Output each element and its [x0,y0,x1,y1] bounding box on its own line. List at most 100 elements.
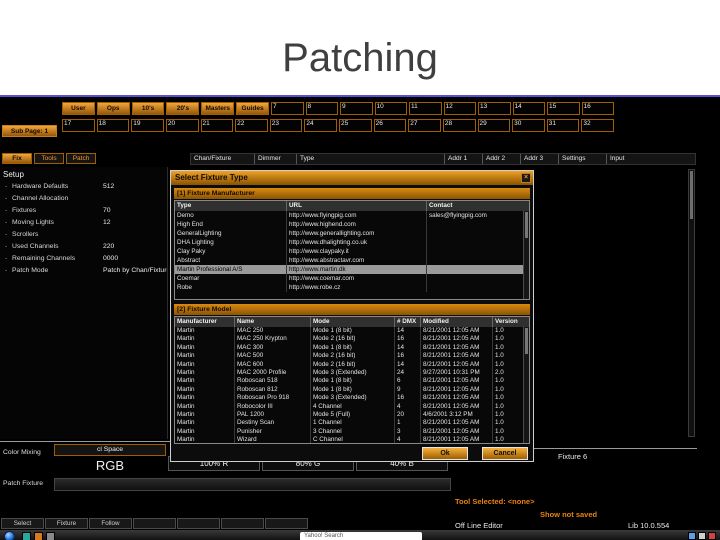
grid-cell[interactable]: 27 [408,119,441,132]
grid-cell[interactable]: 7 [271,102,304,115]
setup-item[interactable]: Remaining Channels 0000 [3,255,167,267]
scrollbar-thumb[interactable] [525,212,528,238]
grid-cell[interactable]: 15 [547,102,580,115]
bottom-tab[interactable] [177,518,220,529]
setup-item-label: Patch Mode [3,267,48,274]
grid-cell[interactable]: 31 [546,119,580,132]
patch-fixture-bar[interactable] [54,478,451,491]
grid-cell[interactable]: 8 [305,102,338,115]
grid-cell[interactable]: 22 [235,119,268,132]
tray-icon-2[interactable] [698,532,706,540]
manufacturer-row[interactable]: Martin Professional A/S http://www.marti… [175,265,529,274]
setup-item[interactable]: Channel Allocation [3,195,167,207]
grid-cell[interactable]: 17 [62,119,95,132]
grid-label-button[interactable]: Masters [201,102,235,115]
grid-cell[interactable]: 16 [581,102,614,115]
model-row[interactable]: Martin MAC 500 Mode 2 (16 bit) 16 8/21/2… [175,352,529,361]
taskbar-search-input[interactable]: Yahoo! Search [300,532,422,540]
model-row[interactable]: Martin Roboscan 812 Mode 1 (8 bit) 9 8/2… [175,385,529,395]
bottom-tab[interactable] [221,518,264,529]
grid-label-button[interactable]: Guides [236,102,269,115]
grid-cell[interactable]: 24 [304,119,337,132]
grid-cell[interactable]: 26 [373,119,407,132]
scrollbar-thumb[interactable] [525,328,528,354]
setup-item[interactable]: Hardware Defaults 512 [3,183,167,195]
bottom-tab[interactable]: Fixture [45,518,88,529]
manufacturer-row[interactable]: Abstract http://www.abstractavr.com [175,256,529,265]
grid-label-button[interactable]: Ops [96,102,130,115]
manufacturer-row[interactable]: GeneralLighting http://www.generallighti… [175,229,529,238]
setup-item[interactable]: Fixtures 70 [3,207,167,219]
grid-label-button[interactable]: 10's [131,102,165,115]
model-row[interactable]: Martin Punisher 3 Channel 3 8/21/2001 12… [175,427,529,437]
setup-item[interactable]: Patch Mode Patch by Chan/Fixture [3,267,167,279]
model-row[interactable]: Martin MAC 250 Krypton Mode 2 (16 bit) 1… [175,335,529,344]
bottom-tab[interactable]: Follow [89,518,132,529]
model-row[interactable]: Martin Wizard C Channel 4 8/21/2001 12:0… [175,436,529,443]
taskbar-app-icon-2[interactable] [34,532,43,540]
manufacturer-row[interactable]: Coemar http://www.coemar.com [175,274,529,283]
tray-icon-3[interactable] [708,532,716,540]
manufacturer-row[interactable]: DHA Lighting http://www.dhalighting.co.u… [175,238,529,247]
toolbar-tab[interactable]: Tools [34,153,64,164]
taskbar-app-icon-1[interactable] [22,532,31,540]
sub-page-button[interactable]: Sub Page: 1 [2,125,57,137]
dialog-title-bar[interactable]: Select Fixture Type × [171,171,533,185]
manufacturer-row[interactable]: Clay Paky http://www.claypaky.it [175,247,529,256]
model-row[interactable]: Martin MAC 600 Mode 2 (16 bit) 14 8/21/2… [175,360,529,369]
tray-icon-1[interactable] [688,532,696,540]
grid-cell[interactable]: 10 [374,102,407,115]
grid-cell[interactable]: 28 [442,119,476,132]
taskbar-app-icon-3[interactable] [46,532,55,540]
grid-cell[interactable]: 25 [339,119,372,132]
close-icon[interactable]: × [521,173,531,183]
toolbar-tab[interactable]: Patch [66,153,96,164]
model-row[interactable]: Martin MAC 300 Mode 1 (8 bit) 14 8/21/20… [175,343,529,353]
grid-cell[interactable]: 18 [96,119,130,132]
manufacturer-row[interactable]: Robe http://www.robe.cz [175,283,529,292]
model-mode: 1 Channel [311,419,395,428]
grid-label-button[interactable]: 20's [166,102,200,115]
grid-cell[interactable]: 23 [269,119,303,132]
model-row[interactable]: Martin Roboscan Pro 918 Mode 3 (Extended… [175,394,529,403]
grid-label-button[interactable]: User [62,102,95,115]
manufacturer-row[interactable]: Demo http://www.flyingpig.com sales@flyi… [175,211,529,220]
model-row[interactable]: Martin MAC 2000 Profile Mode 3 (Extended… [175,368,529,378]
model-row[interactable]: Martin Robocolor III 4 Channel 4 8/21/20… [175,402,529,411]
grid-cell[interactable]: 19 [131,119,164,132]
model-row[interactable]: Martin Destiny Scan 1 Channel 1 8/21/200… [175,419,529,428]
cancel-button[interactable]: Cancel [482,447,528,460]
start-button[interactable] [4,531,15,540]
grid-cell[interactable]: 9 [340,102,373,115]
setup-item[interactable]: Scrollers [3,231,167,243]
grid-cell[interactable]: 13 [478,102,511,115]
setup-item[interactable]: Used Channels 220 [3,243,167,255]
bottom-tab[interactable] [265,518,308,529]
grid-cell[interactable]: 30 [512,119,545,132]
setup-item[interactable]: Moving Lights 12 [3,219,167,231]
toolbar-tab[interactable]: Fix [2,153,32,164]
scrollbar-thumb[interactable] [690,171,693,219]
grid-cell[interactable]: 12 [443,102,476,115]
grid-cell[interactable]: 32 [581,119,614,132]
model-row[interactable]: Martin Roboscan 518 Mode 1 (8 bit) 6 8/2… [175,377,529,386]
model-row[interactable]: Martin MAC 250 Mode 1 (8 bit) 14 8/21/20… [175,327,529,336]
model-scrollbar[interactable] [523,327,529,443]
bottom-tab[interactable]: Select [1,518,44,529]
grid-cell[interactable]: 20 [165,119,199,132]
fader-grid: User Ops 10's 20's Masters Guides 7 8 9 10 11 12 13… [62,102,614,136]
manufacturer-row[interactable]: High End http://www.highend.com [175,220,529,229]
grid-cell[interactable]: 14 [512,102,545,115]
background-scrollbar[interactable] [688,169,695,437]
color-space-button[interactable]: cl Space [54,444,166,456]
grid-cell[interactable]: 11 [409,102,442,115]
model-dmx-count: 1 [395,419,421,428]
column-header: Addr 1 [445,154,483,164]
grid-cell[interactable]: 21 [200,119,234,132]
bottom-tab[interactable] [133,518,176,529]
manufacturer-scrollbar[interactable] [523,211,529,299]
model-name: MAC 250 Krypton [235,335,311,344]
ok-button[interactable]: Ok [422,447,468,460]
model-row[interactable]: Martin PAL 1200 Mode 5 (Full) 20 4/6/200… [175,410,529,420]
grid-cell[interactable]: 29 [477,119,511,132]
